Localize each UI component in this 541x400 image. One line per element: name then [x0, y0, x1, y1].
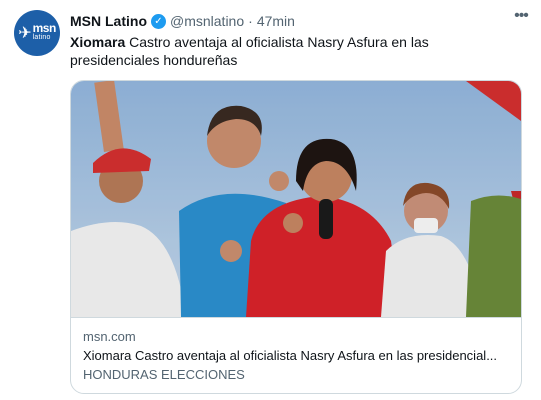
card-domain: msn.com	[83, 329, 136, 344]
tweet-timestamp[interactable]: 47min	[257, 13, 295, 29]
author-name[interactable]: MSN Latino	[70, 13, 147, 29]
card-meta[interactable]: msn.com Xiomara Castro aventaja al ofici…	[71, 317, 521, 393]
bird-logo-icon: ✈	[18, 25, 32, 42]
avatar-brand-subtext: latino	[32, 34, 51, 41]
tweet-header: MSN Latino ✓ @msnlatino · 47min	[70, 12, 529, 30]
card-photo[interactable]	[71, 81, 521, 317]
card-title: Xiomara Castro aventaja al oficialista N…	[83, 348, 498, 363]
tweet[interactable]: ✈ msn latino MSN Latino ✓ @msnlatino · 4…	[0, 0, 541, 400]
avatar-brand-text: msn	[32, 21, 57, 35]
author-handle[interactable]: @msnlatino	[170, 13, 244, 29]
verified-badge-icon: ✓	[151, 13, 166, 29]
tweet-text: Xiomara Castro aventaja al oficialista N…	[70, 33, 520, 69]
card-description: HONDURAS ELECCIONES	[83, 367, 245, 382]
header-separator: ·	[248, 13, 253, 29]
more-options-icon[interactable]: •••	[511, 8, 531, 26]
link-card[interactable]: msn.com Xiomara Castro aventaja al ofici…	[70, 80, 522, 394]
tweet-text-bold: Xiomara	[70, 34, 126, 50]
avatar-brand: msn latino	[32, 21, 57, 43]
photo-illustration	[71, 81, 521, 317]
avatar[interactable]: ✈ msn latino	[14, 10, 60, 56]
